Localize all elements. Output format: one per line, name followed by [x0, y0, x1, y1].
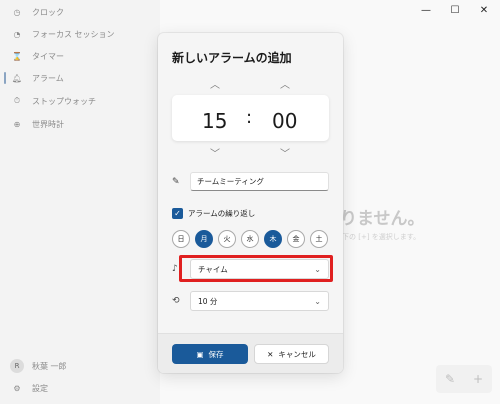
save-icon: ▣ — [196, 349, 204, 359]
globe-icon: ⊕ — [13, 119, 21, 129]
minute-down-chevron-icon[interactable]: ﹀ — [278, 147, 292, 160]
bell-icon: 🔔︎ — [11, 73, 23, 83]
alarm-name-input[interactable]: チームミーティング — [190, 172, 329, 191]
sidebar-item-clock[interactable]: ◷ クロック — [4, 2, 156, 22]
day-toggle-sun[interactable]: 日 — [172, 230, 190, 248]
settings-label: 設定 — [32, 384, 48, 393]
repeat-checkbox[interactable]: ✓ — [172, 208, 183, 219]
add-alarm-dialog: 新しいアラームの追加 ︿ ︿ 15 : 00 ﹀ ﹀ ✎ チームミーティング ✓… — [158, 33, 343, 373]
sidebar-item-label: ストップウォッチ — [32, 96, 96, 106]
day-toggle-sat[interactable]: 土 — [310, 230, 328, 248]
dialog-footer: ▣ 保存 ✕ キャンセル — [158, 333, 343, 373]
add-icon[interactable]: + — [473, 372, 483, 386]
sidebar-item-world-clock[interactable]: ⊕ 世界時計 — [4, 114, 156, 134]
sidebar-item-stopwatch[interactable]: ⏱︎ ストップウォッチ — [4, 91, 156, 111]
fab-toolbar: ✎ + — [436, 365, 492, 393]
day-toggle-tue[interactable]: 火 — [218, 230, 236, 248]
cancel-label: キャンセル — [278, 349, 316, 359]
alarm-name-row: ✎ チームミーティング — [172, 172, 329, 191]
snooze-row: ⟲ 10 分 ⌄ — [172, 291, 329, 311]
sidebar-item-timer[interactable]: ⌛ タイマー — [4, 46, 156, 66]
sidebar-item-focus-session[interactable]: ◔ フォーカス セッション — [4, 24, 156, 44]
minimize-button[interactable]: — — [416, 5, 436, 16]
sidebar-item-label: クロック — [32, 7, 64, 17]
weekday-selector: 日 月 火 水 木 金 土 — [172, 230, 328, 248]
sidebar-item-label: 世界時計 — [32, 119, 64, 129]
day-toggle-wed[interactable]: 水 — [241, 230, 259, 248]
time-picker[interactable]: 15 : 00 — [172, 95, 329, 141]
gear-icon: ⚙︎ — [13, 384, 21, 393]
minute-value[interactable]: 00 — [272, 109, 297, 133]
save-label: 保存 — [208, 349, 224, 359]
day-toggle-thu[interactable]: 木 — [264, 230, 282, 248]
hour-value[interactable]: 15 — [202, 109, 227, 133]
sidebar-item-alarm[interactable]: 🔔︎ アラーム — [4, 68, 156, 88]
user-account[interactable]: R 秋葉 一郎 — [4, 359, 67, 373]
window-controls: — ☐ ✕ — [410, 0, 500, 20]
day-toggle-mon[interactable]: 月 — [195, 230, 213, 248]
dialog-title: 新しいアラームの追加 — [172, 51, 292, 65]
repeat-label: アラームの繰り返し — [188, 209, 256, 218]
day-toggle-fri[interactable]: 金 — [287, 230, 305, 248]
empty-state-title: りません。 — [340, 209, 425, 229]
avatar: R — [10, 359, 24, 373]
hourglass-icon: ⌛ — [12, 51, 22, 61]
focus-icon: ◔ — [13, 29, 21, 39]
time-separator: : — [246, 107, 253, 128]
empty-state-hint: 下の [+] を選択します。 — [342, 233, 421, 241]
close-icon: ✕ — [267, 349, 274, 359]
save-button[interactable]: ▣ 保存 — [172, 344, 248, 364]
maximize-button[interactable]: ☐ — [445, 5, 465, 16]
sidebar-item-label: アラーム — [32, 73, 64, 83]
repeat-checkbox-row[interactable]: ✓ アラームの繰り返し — [172, 208, 255, 219]
sound-select-highlight — [179, 255, 333, 282]
close-button[interactable]: ✕ — [474, 5, 494, 16]
stopwatch-icon: ⏱︎ — [13, 96, 21, 105]
clock-icon: ◷ — [13, 7, 21, 17]
sidebar-item-label: タイマー — [32, 51, 64, 61]
cancel-button[interactable]: ✕ キャンセル — [254, 344, 329, 364]
sidebar-item-settings[interactable]: ⚙︎ 設定 — [4, 383, 48, 394]
snooze-icon: ⟲ — [172, 296, 180, 306]
edit-icon[interactable]: ✎ — [445, 372, 455, 386]
snooze-select[interactable]: 10 分 ⌄ — [190, 291, 329, 311]
sidebar-item-label: フォーカス セッション — [32, 29, 115, 39]
hour-up-chevron-icon[interactable]: ︿ — [208, 78, 222, 91]
chevron-down-icon: ⌄ — [314, 296, 321, 306]
sidebar: ◷ クロック ◔ フォーカス セッション ⌛ タイマー 🔔︎ アラーム ⏱︎ ス… — [0, 0, 160, 404]
minute-up-chevron-icon[interactable]: ︿ — [278, 78, 292, 91]
user-name: 秋葉 一郎 — [32, 361, 67, 371]
hour-down-chevron-icon[interactable]: ﹀ — [208, 147, 222, 160]
snooze-value: 10 分 — [198, 296, 218, 306]
edit-icon: ✎ — [172, 176, 180, 187]
